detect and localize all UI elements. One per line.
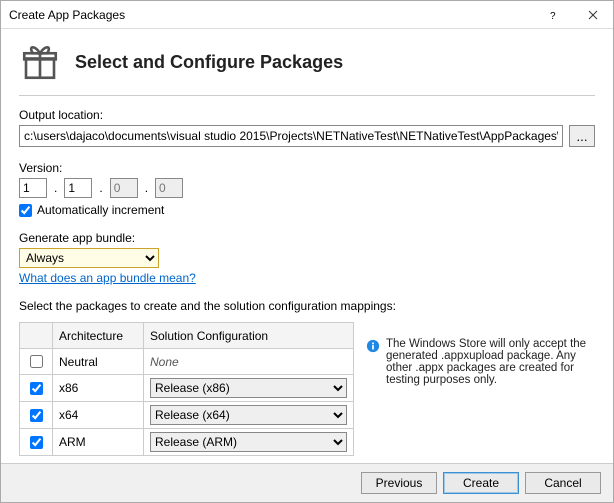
sol-select-x86[interactable]: Release (x86) <box>150 378 347 398</box>
info-note: The Windows Store will only accept the g… <box>366 316 595 386</box>
table-row: x64 Release (x64) <box>20 402 354 429</box>
table-header-check[interactable] <box>20 323 53 349</box>
arch-cell: Neutral <box>53 349 144 375</box>
version-build-input <box>110 178 138 198</box>
version-label: Version: <box>19 161 595 175</box>
row-checkbox-x64[interactable] <box>30 409 43 422</box>
window-title: Create App Packages <box>9 8 533 22</box>
close-icon <box>588 10 598 20</box>
info-text: The Windows Store will only accept the g… <box>386 338 595 386</box>
bundle-help-link[interactable]: What does an app bundle mean? <box>19 271 196 285</box>
previous-button[interactable]: Previous <box>361 472 437 494</box>
info-icon <box>366 339 380 353</box>
row-checkbox-neutral[interactable] <box>30 355 43 368</box>
cancel-button[interactable]: Cancel <box>525 472 601 494</box>
arch-cell: ARM <box>53 429 144 456</box>
arch-cell: x64 <box>53 402 144 429</box>
auto-increment-checkbox[interactable] <box>19 204 32 217</box>
help-icon: ? <box>548 10 558 20</box>
row-checkbox-x86[interactable] <box>30 382 43 395</box>
page-heading-row: Select and Configure Packages <box>19 37 595 96</box>
browse-button[interactable]: ... <box>569 125 595 147</box>
bundle-label: Generate app bundle: <box>19 231 595 245</box>
page-title: Select and Configure Packages <box>75 52 343 73</box>
packages-intro: Select the packages to create and the so… <box>19 299 595 313</box>
sol-select-arm[interactable]: Release (ARM) <box>150 432 347 452</box>
close-button[interactable] <box>573 1 613 29</box>
dialog-footer: Previous Create Cancel <box>1 463 613 502</box>
version-major-input[interactable] <box>19 178 47 198</box>
table-header-arch: Architecture <box>53 323 144 349</box>
sol-cell: None <box>144 349 354 375</box>
table-row: ARM Release (ARM) <box>20 429 354 456</box>
row-checkbox-arm[interactable] <box>30 436 43 449</box>
svg-text:?: ? <box>550 11 556 20</box>
auto-increment-label: Automatically increment <box>37 203 164 217</box>
version-minor-input[interactable] <box>64 178 92 198</box>
output-location-input[interactable] <box>19 125 563 147</box>
table-row: x86 Release (x86) <box>20 375 354 402</box>
arch-cell: x86 <box>53 375 144 402</box>
sol-select-x64[interactable]: Release (x64) <box>150 405 347 425</box>
bundle-select[interactable]: Always <box>19 248 159 268</box>
help-button[interactable]: ? <box>533 1 573 29</box>
output-location-label: Output location: <box>19 108 595 122</box>
packages-table: Architecture Solution Configuration Neut… <box>19 322 354 456</box>
version-rev-input <box>155 178 183 198</box>
table-row: Neutral None <box>20 349 354 375</box>
package-icon <box>19 41 61 83</box>
table-header-sol: Solution Configuration <box>144 323 354 349</box>
create-button[interactable]: Create <box>443 472 519 494</box>
titlebar: Create App Packages ? <box>1 1 613 29</box>
